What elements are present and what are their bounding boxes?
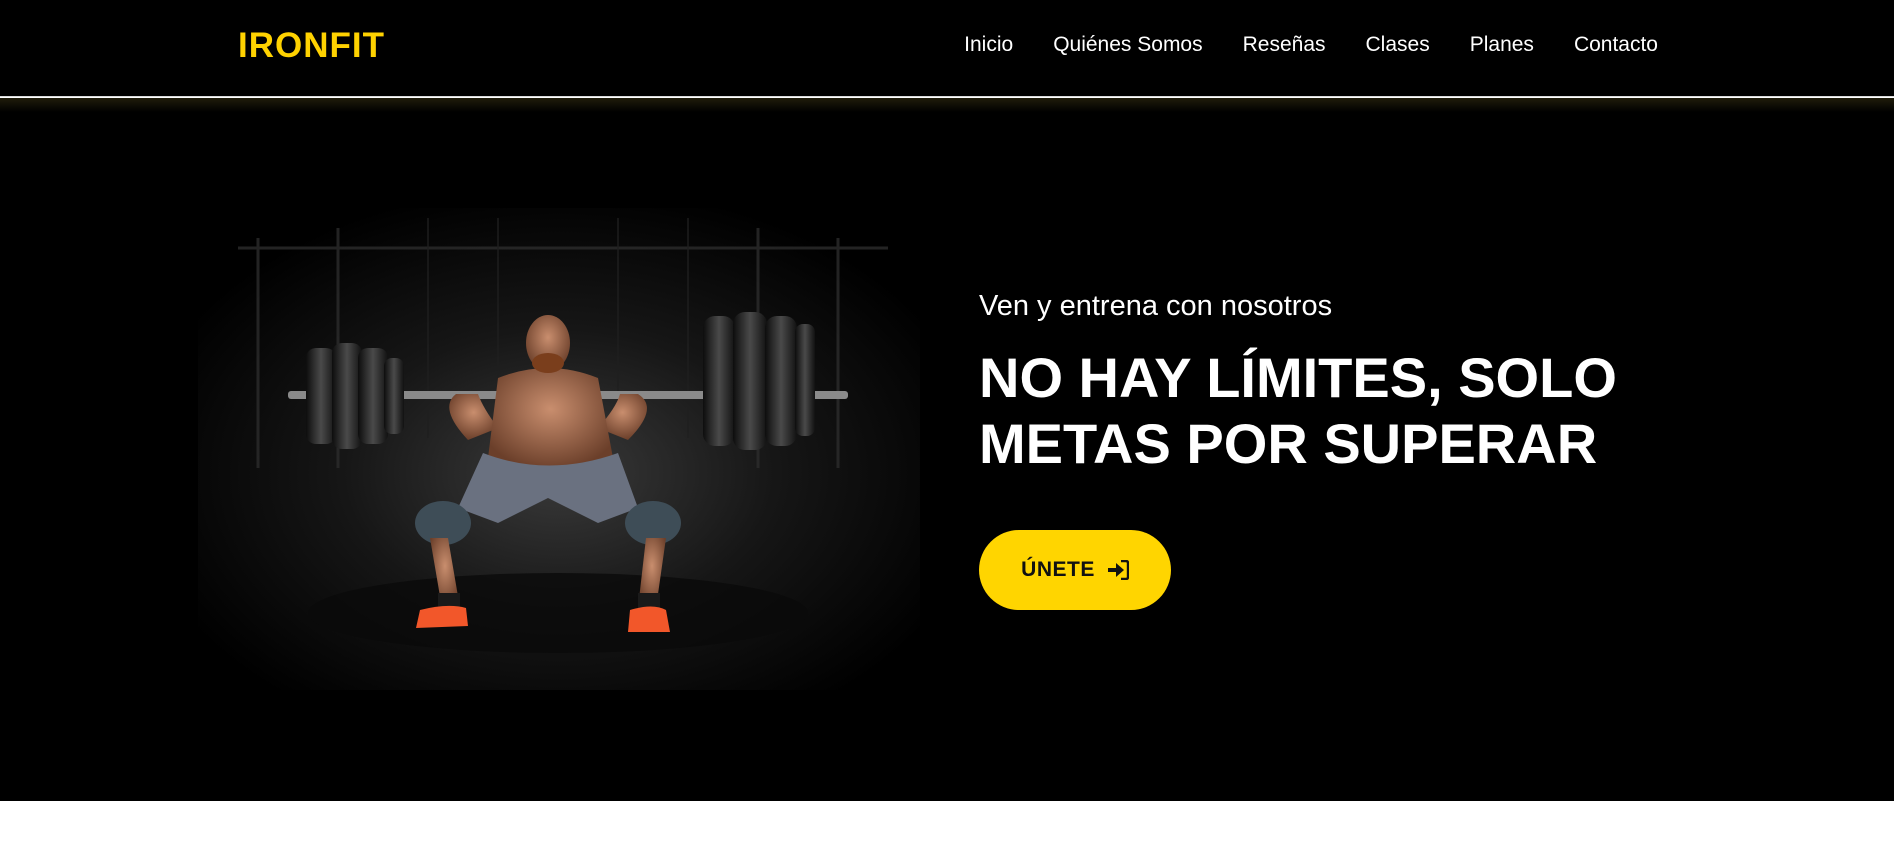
nav-item-inicio[interactable]: Inicio [964,33,1013,57]
sign-in-icon [1107,560,1129,580]
hero-section: Ven y entrena con nosotros NO HAY LÍMITE… [0,98,1894,801]
hero-top-glow [0,98,1894,112]
hero-text-block: Ven y entrena con nosotros NO HAY LÍMITE… [979,290,1699,477]
hero-headline-line-1: NO HAY LÍMITES, SOLO [979,346,1617,409]
nav-menu: Inicio Quiénes Somos Reseñas Clases Plan… [964,33,1658,57]
next-section-start [0,801,1894,856]
hero-headline-line-2: METAS POR SUPERAR [979,412,1598,475]
hero-image-weightlifter [198,208,920,690]
navbar: IRONFIT Inicio Quiénes Somos Reseñas Cla… [0,0,1894,97]
hero-subtitle: Ven y entrena con nosotros [979,290,1333,322]
nav-item-resenas[interactable]: Reseñas [1243,33,1326,57]
nav-item-planes[interactable]: Planes [1470,33,1534,57]
nav-item-clases[interactable]: Clases [1366,33,1430,57]
nav-item-quienes-somos[interactable]: Quiénes Somos [1053,33,1202,57]
brand-logo[interactable]: IRONFIT [238,26,385,66]
nav-item-contacto[interactable]: Contacto [1574,33,1658,57]
join-button[interactable]: ÚNETE [979,530,1171,610]
join-button-label: ÚNETE [1021,558,1095,581]
hero-headline: NO HAY LÍMITES, SOLO METAS POR SUPERAR [979,345,1699,477]
